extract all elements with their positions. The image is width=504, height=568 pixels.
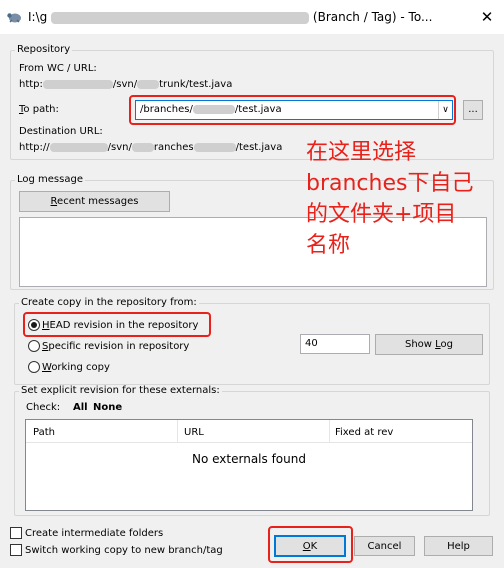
- from-url: http: /svn/trunk/test.java: [19, 79, 232, 90]
- log-message-group-label: Log message: [15, 174, 85, 185]
- show-log-button[interactable]: Show Log: [375, 334, 483, 355]
- recent-messages-button[interactable]: Recent messages: [19, 191, 170, 212]
- destination-url-part: /test.java: [235, 142, 283, 153]
- annotation-line: 的文件夹+项目: [306, 202, 457, 227]
- ok-button[interactable]: OK: [274, 535, 346, 557]
- blurred-text: [137, 79, 160, 89]
- head-revision-label: HEAD revision in the repository: [42, 320, 199, 331]
- blurred-title-text: [51, 11, 310, 24]
- externals-list[interactable]: Path URL Fixed at rev No externals found: [25, 419, 473, 511]
- blurred-text: [131, 142, 154, 152]
- repository-group-label: Repository: [15, 44, 73, 55]
- revision-input[interactable]: 40: [300, 334, 370, 354]
- column-header-fixed-rev[interactable]: Fixed at rev: [335, 427, 393, 438]
- from-label: From WC / URL:: [19, 63, 97, 74]
- to-path-label: To path:: [19, 104, 59, 115]
- blurred-text: [192, 104, 235, 114]
- blurred-text: [42, 79, 113, 89]
- blurred-text: [49, 142, 108, 152]
- annotation-line: branches下自己: [306, 171, 474, 196]
- switch-working-copy-label: Switch working copy to new branch/tag: [25, 545, 223, 556]
- close-icon[interactable]: ✕: [474, 6, 500, 28]
- destination-url-part: /svn/: [107, 142, 132, 153]
- empty-list-message: No externals found: [192, 452, 306, 466]
- browse-button[interactable]: ...: [463, 100, 483, 120]
- switch-working-copy-checkbox[interactable]: [10, 544, 22, 556]
- to-path-input[interactable]: /branches/ /test.java: [140, 104, 282, 115]
- destination-url-part: http://: [19, 142, 50, 153]
- blurred-text: [193, 142, 236, 152]
- from-url-part: trunk/test.java: [159, 79, 233, 90]
- column-divider[interactable]: [177, 420, 178, 443]
- annotation-text: 在这里选择 branches下自己 的文件夹+项目 名称: [306, 137, 473, 261]
- check-none-link[interactable]: None: [93, 402, 122, 413]
- check-all-link[interactable]: All: [73, 402, 88, 413]
- intermediate-folders-checkbox[interactable]: [10, 527, 22, 539]
- destination-url-part: ranches: [153, 142, 194, 153]
- destination-label: Destination URL:: [19, 126, 103, 137]
- tortoise-svn-icon: [7, 13, 21, 23]
- intermediate-folders-label: Create intermediate folders: [25, 528, 164, 539]
- annotation-line: 在这里选择: [306, 140, 417, 165]
- chevron-down-icon[interactable]: ∨: [438, 101, 452, 119]
- column-header-path[interactable]: Path: [33, 427, 55, 438]
- cancel-button[interactable]: Cancel: [354, 536, 415, 556]
- to-path-part: /test.java: [234, 104, 282, 115]
- working-copy-radio[interactable]: [28, 361, 40, 373]
- externals-group-label: Set explicit revision for these external…: [19, 385, 222, 396]
- head-revision-radio[interactable]: [28, 319, 40, 331]
- window-title: I:\g (Branch / Tag) - To...: [28, 10, 432, 24]
- specific-revision-label: Specific revision in repository: [42, 341, 190, 352]
- window-title-prefix: I:\g: [28, 10, 48, 24]
- from-url-part: /svn/: [112, 79, 138, 90]
- to-path-combobox[interactable]: /branches/ /test.java ∨: [135, 100, 453, 120]
- destination-url: http:// /svn/ranches/test.java: [19, 142, 282, 153]
- window-title-suffix: (Branch / Tag) - To...: [312, 10, 433, 24]
- annotation-line: 名称: [306, 233, 351, 258]
- column-header-url[interactable]: URL: [184, 427, 204, 438]
- copy-source-group-label: Create copy in the repository from:: [19, 297, 199, 308]
- to-path-part: /branches/: [140, 104, 193, 115]
- column-divider[interactable]: [329, 420, 330, 443]
- check-label: Check:: [26, 402, 61, 413]
- from-url-part: http:: [19, 79, 43, 90]
- specific-revision-radio[interactable]: [28, 340, 40, 352]
- externals-header: [26, 420, 472, 443]
- working-copy-label: Working copy: [42, 362, 110, 373]
- help-button[interactable]: Help: [424, 536, 493, 556]
